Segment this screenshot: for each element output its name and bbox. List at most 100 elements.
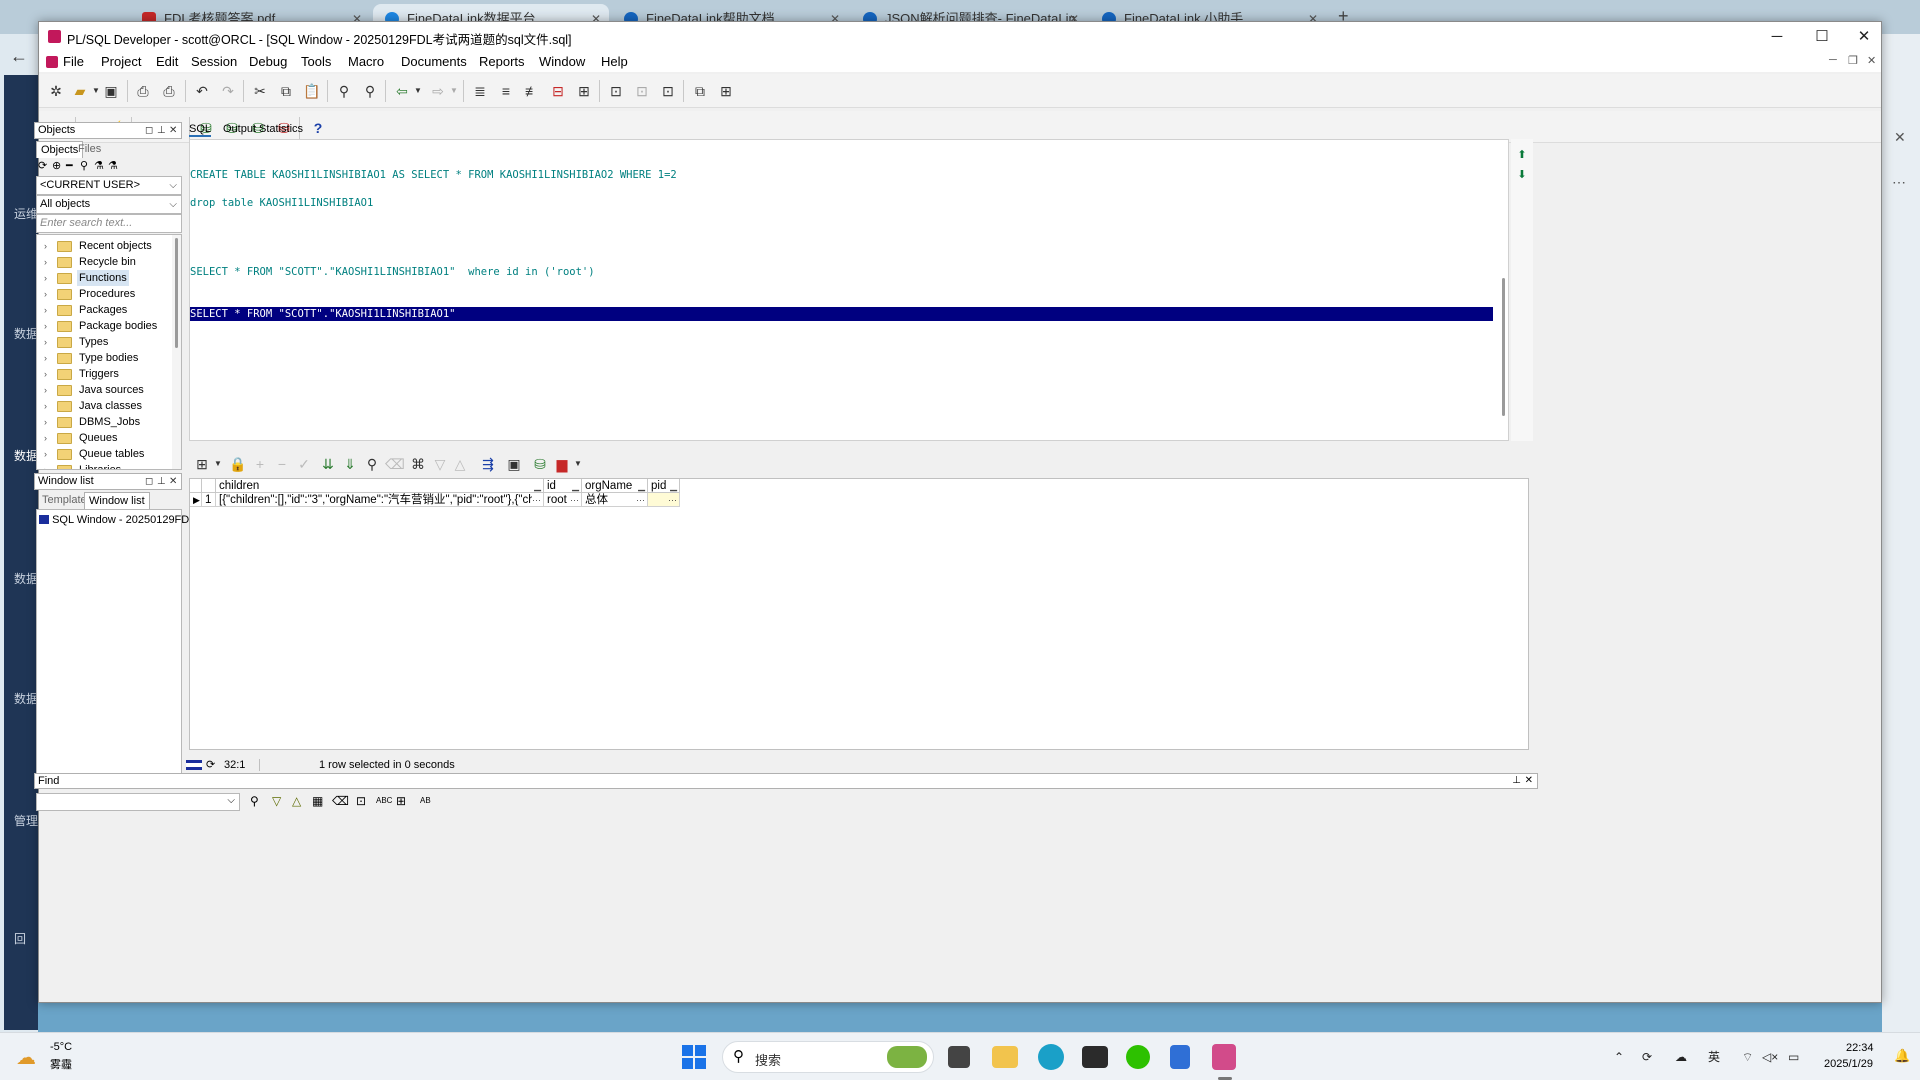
query-builder-icon[interactable]: ⊡: [659, 82, 677, 100]
menu-reports[interactable]: Reports: [479, 54, 525, 69]
find-icon[interactable]: ⚲: [335, 82, 353, 100]
fetch-last-icon[interactable]: ⇓: [341, 455, 359, 473]
tree-scrollbar-thumb[interactable]: [175, 238, 178, 348]
wifi-icon[interactable]: ⌔: [1742, 1033, 1753, 1080]
app-sidebar-label[interactable]: 数据: [14, 325, 38, 342]
print-icon[interactable]: ⎙: [134, 82, 152, 100]
fetch-next-icon[interactable]: ⇊: [319, 455, 337, 473]
chevron-right-icon[interactable]: ›: [44, 254, 47, 270]
tree-scrollbar[interactable]: [172, 235, 181, 469]
chevron-right-icon[interactable]: ›: [44, 334, 47, 350]
tree-item[interactable]: › Java classes: [37, 398, 171, 414]
tree-item[interactable]: › Functions: [37, 270, 171, 286]
explain-plan-icon[interactable]: ⊡: [607, 82, 625, 100]
tab-sql[interactable]: SQL: [189, 121, 212, 137]
column-header-orgname[interactable]: orgName ▁: [582, 479, 648, 493]
match-case-icon[interactable]: ABC: [376, 796, 392, 805]
chevron-right-icon[interactable]: ›: [44, 462, 47, 469]
chevron-down-icon[interactable]: ▼: [409, 82, 427, 100]
refresh-icon[interactable]: ⟳: [38, 159, 47, 172]
float-icon[interactable]: ◻: [145, 474, 153, 489]
column-filter-icon[interactable]: ▁: [572, 479, 579, 492]
cell-orgname[interactable]: 总体 ···: [582, 493, 648, 507]
tree-item[interactable]: › Recent objects: [37, 238, 171, 254]
cell-children[interactable]: [{"children":[],"id":"3","orgName":"汽车营销…: [216, 493, 544, 507]
tile-icon[interactable]: ⊞: [717, 82, 735, 100]
editor-scrollbar-thumb[interactable]: [1502, 278, 1505, 416]
save-icon[interactable]: ▣: [505, 455, 523, 473]
tree-item[interactable]: › Libraries: [37, 462, 171, 469]
cut-icon[interactable]: ✂: [251, 82, 269, 100]
chevron-up-icon[interactable]: ⌃: [1614, 1033, 1624, 1080]
chevron-down-icon[interactable]: ▼: [209, 455, 227, 473]
clock-date[interactable]: 2025/1/29: [1824, 1058, 1873, 1070]
tree-item[interactable]: › Procedures: [37, 286, 171, 302]
chevron-right-icon[interactable]: ›: [44, 382, 47, 398]
export-icon[interactable]: ⇶: [479, 455, 497, 473]
cell-pid[interactable]: ···: [648, 493, 680, 507]
paste-icon[interactable]: 📋: [303, 82, 321, 100]
app-sidebar-label[interactable]: 数据: [14, 570, 38, 587]
new-icon[interactable]: ✲: [47, 82, 65, 100]
start-button[interactable]: [682, 1045, 706, 1069]
chevron-right-icon[interactable]: ›: [44, 238, 47, 254]
wechat-icon[interactable]: [1126, 1045, 1150, 1069]
terminal-icon[interactable]: [1082, 1046, 1108, 1068]
column-filter-icon[interactable]: ▁: [534, 479, 541, 492]
column-filter-icon[interactable]: ▁: [638, 479, 645, 492]
float-icon[interactable]: ◻: [145, 123, 153, 138]
column-header-children[interactable]: children ▁: [216, 479, 544, 493]
column-header-id[interactable]: id ▁: [544, 479, 582, 493]
column-header-pid[interactable]: pid ▁: [648, 479, 680, 493]
editor-scrollbar[interactable]: [1500, 140, 1508, 440]
find-next-icon[interactable]: ▽: [272, 794, 281, 808]
more-icon[interactable]: ⋯: [1892, 174, 1906, 191]
notepad-icon[interactable]: [1170, 1045, 1190, 1069]
arrow-up-icon[interactable]: ⬆: [1516, 149, 1528, 161]
next-record-icon[interactable]: ▽: [431, 455, 449, 473]
add-row-icon[interactable]: +: [251, 455, 269, 473]
row-indicator-icon[interactable]: ▶: [190, 493, 202, 507]
chevron-right-icon[interactable]: ›: [44, 302, 47, 318]
object-search-input[interactable]: Enter search text...: [36, 214, 182, 233]
object-filter-combo[interactable]: All objects ⌵: [36, 195, 182, 214]
copy-icon[interactable]: ⧉: [277, 82, 295, 100]
uncomment-icon[interactable]: ⊟: [549, 82, 567, 100]
menu-tools[interactable]: Tools: [301, 54, 331, 69]
menu-session[interactable]: Session: [191, 54, 237, 69]
unindent-icon[interactable]: ≡: [497, 82, 515, 100]
post-icon[interactable]: ✓: [295, 455, 313, 473]
chevron-right-icon[interactable]: ›: [44, 398, 47, 414]
close-icon[interactable]: ✕: [1894, 129, 1906, 146]
menu-help[interactable]: Help: [601, 54, 628, 69]
taskbar-search[interactable]: ⚲ 搜索: [722, 1041, 934, 1073]
find-input[interactable]: ⌵: [36, 793, 240, 811]
pin-icon[interactable]: ⊥: [157, 123, 166, 138]
redo-icon[interactable]: ↷: [219, 82, 237, 100]
tab-files[interactable]: Files: [74, 141, 105, 158]
maximize-button[interactable]: ☐: [1807, 26, 1837, 48]
plsql-developer-icon[interactable]: [1212, 1044, 1236, 1070]
pin-icon[interactable]: ⊥: [1512, 774, 1521, 788]
battery-icon[interactable]: ▭: [1788, 1033, 1799, 1080]
folder-icon[interactable]: [992, 1046, 1018, 1068]
find-icon[interactable]: ⚲: [250, 794, 259, 808]
cell-ellipsis-button[interactable]: ···: [570, 493, 579, 506]
mdi-minimize-icon[interactable]: ─: [1829, 54, 1837, 66]
add-icon[interactable]: ⊕: [52, 159, 61, 172]
tree-item[interactable]: › Triggers: [37, 366, 171, 382]
notification-icon[interactable]: 🔔: [1894, 1048, 1910, 1064]
format-icon[interactable]: ⊞: [575, 82, 593, 100]
tab-statistics[interactable]: Statistics: [259, 121, 303, 137]
clear-icon[interactable]: ⌫: [332, 794, 349, 808]
sql-editor[interactable]: CREATE TABLE KAOSHI1LINSHIBIAO1 AS SELEC…: [189, 139, 1509, 441]
tree-item[interactable]: › Queue tables: [37, 446, 171, 462]
menu-debug[interactable]: Debug: [249, 54, 287, 69]
volume-icon[interactable]: ◁×: [1762, 1033, 1778, 1080]
app-sidebar-label[interactable]: 数据: [14, 447, 38, 464]
menu-file[interactable]: File: [63, 54, 84, 69]
mdi-close-icon[interactable]: ✕: [1867, 54, 1876, 67]
tree-item[interactable]: › DBMS_Jobs: [37, 414, 171, 430]
app-sidebar-label[interactable]: 回: [14, 930, 26, 947]
tree-item[interactable]: › Java sources: [37, 382, 171, 398]
